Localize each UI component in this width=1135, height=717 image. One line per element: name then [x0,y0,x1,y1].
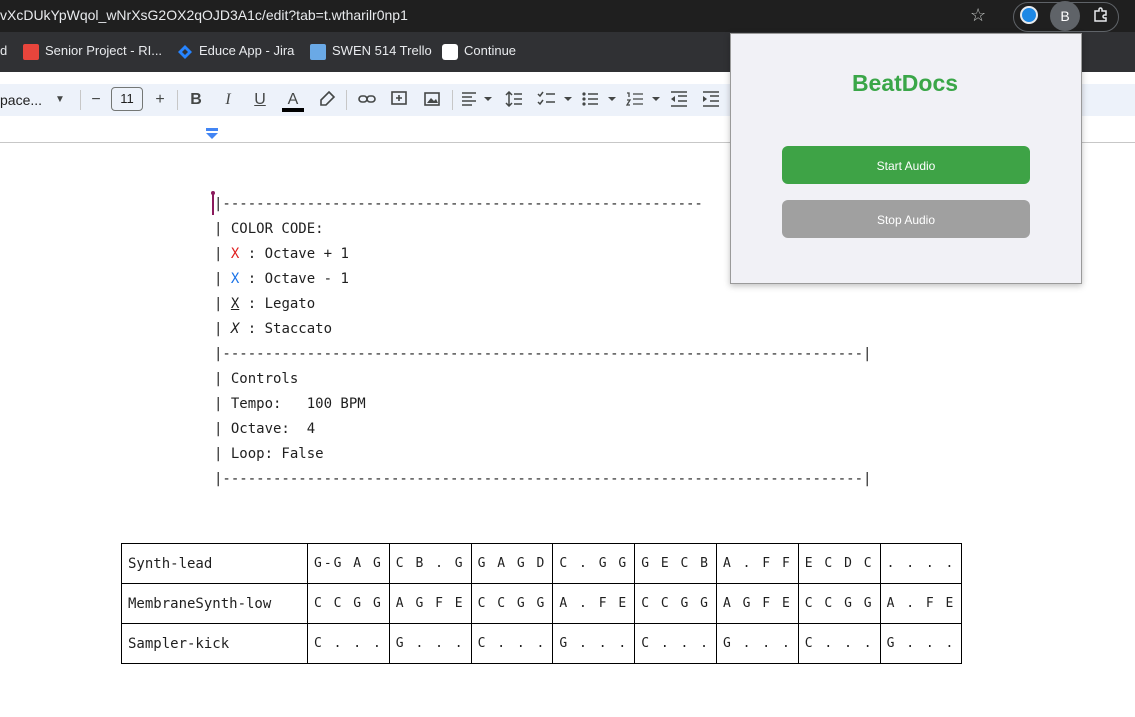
beat-cell[interactable]: A G F E [388,583,472,624]
toolbar-divider [80,90,81,110]
bookmark-continue[interactable]: Continue [464,43,516,58]
sequencer-table: Synth-lead G-G A GC B . GG A G DC . G GG … [121,543,963,664]
bookmark-swen-trello[interactable]: SWEN 514 Trello [332,43,432,58]
track-name-cell[interactable]: MembraneSynth-low [121,583,308,624]
beat-cell[interactable]: C C G G [307,583,390,624]
toolbar-divider [346,90,347,110]
beat-cell[interactable]: G A G D [470,543,554,584]
insert-link-icon[interactable] [358,91,376,107]
continue-icon [442,44,458,60]
legend-text: : Octave - 1 [239,271,349,287]
legend-prefix: | [214,271,231,287]
beat-cell[interactable]: C . . . [307,623,390,664]
legend-text: : Staccato [239,321,333,337]
start-audio-button[interactable]: Start Audio [782,146,1030,184]
add-comment-icon[interactable] [390,90,408,108]
border-line-middle: |---------------------------------------… [214,346,872,362]
beat-cell[interactable]: G E C B [634,543,717,584]
border-line-bottom: |---------------------------------------… [214,471,872,487]
beat-cell[interactable]: A G F E [715,583,799,624]
track-name-cell[interactable]: Synth-lead [121,543,308,584]
legend-octave-down: | X : Octave - 1 [214,271,349,287]
beat-cell[interactable]: E C D C [797,543,881,584]
beat-cell[interactable]: C . . . [634,623,717,664]
legend-prefix: | [214,296,231,312]
trello-icon [310,44,326,60]
table-row: MembraneSynth-low C C G GA G F EC C G GA … [121,583,963,624]
beat-cell[interactable]: C . . . [797,623,881,664]
toolbar-divider [452,90,453,110]
align-left-icon[interactable] [461,91,493,107]
font-family-dropdown[interactable]: pace... [0,84,42,116]
numbered-list-icon[interactable] [626,91,662,107]
bookmark-star-icon[interactable]: ☆ [970,5,986,26]
decrease-indent-icon[interactable] [670,91,688,107]
track-name-cell[interactable]: Sampler-kick [121,623,308,664]
bookmark-senior-project[interactable]: Senior Project - RI... [45,43,162,58]
toolbar-divider [177,90,178,110]
highlight-pen-icon[interactable] [318,90,336,108]
underline-button[interactable]: U [252,84,268,116]
beat-cell[interactable]: A . F E [552,583,636,624]
beat-cell[interactable]: . . . . [879,543,963,584]
text-color-button[interactable]: A [282,84,304,116]
bulleted-list-icon[interactable] [582,91,618,107]
checklist-icon[interactable] [537,91,573,107]
bold-button[interactable]: B [188,84,204,116]
chevron-down-icon[interactable]: ▼ [54,84,66,116]
controls-title: | Controls [214,371,299,387]
ruler-indent-marker[interactable] [206,128,218,139]
text-color-swatch [282,108,304,112]
table-row: Synth-lead G-G A GC B . GG A G DC . G GG … [121,543,963,584]
beat-cell[interactable]: C C G G [470,583,554,624]
text-color-label: A [287,91,299,108]
popup-title: BeatDocs [851,70,959,96]
beat-cell[interactable]: C B . G [388,543,472,584]
border-line-top: |---------------------------------------… [214,196,703,212]
collaborator-cursor-flag [211,191,215,195]
beat-cell[interactable]: G . . . [715,623,799,664]
legend-octave-up: | X : Octave + 1 [214,246,349,262]
loop-line: | Loop: False [214,446,324,462]
color-code-title: | COLOR CODE: [214,221,324,237]
bookmark-partial[interactable]: d [0,43,7,58]
rit-icon [23,44,39,60]
line-spacing-icon[interactable] [505,91,523,107]
beat-cell[interactable]: G . . . [879,623,963,664]
increase-font-size-button[interactable]: + [151,84,169,116]
extensions-puzzle-icon[interactable] [1092,6,1110,24]
url-text[interactable]: vXcDUkYpWqol_wNrXsG2OX2qOJD3A1c/edit?tab… [0,7,408,23]
beat-cell[interactable]: C C G G [797,583,881,624]
beat-cell[interactable]: G-G A G [307,543,390,584]
legend-prefix: | [214,321,231,337]
font-size-input[interactable]: 11 [111,87,143,111]
legend-text: : Legato [239,296,316,312]
beat-cell[interactable]: A . F E [879,583,963,624]
legend-staccato: | X : Staccato [214,321,332,337]
tempo-line: | Tempo: 100 BPM [214,396,366,412]
beatdocs-extension-avatar[interactable]: B [1050,1,1080,31]
octave-line: | Octave: 4 [214,421,316,437]
beat-cell[interactable]: C . . . [470,623,554,664]
beat-cell[interactable]: G . . . [552,623,636,664]
bookmark-educe-jira[interactable]: Educe App - Jira [199,43,294,58]
insert-image-icon[interactable] [423,90,441,108]
legend-legato: | X : Legato [214,296,315,312]
decrease-font-size-button[interactable]: − [88,84,104,116]
stop-audio-button[interactable]: Stop Audio [782,200,1030,238]
beat-cell[interactable]: C . G G [552,543,636,584]
legend-text: : Octave + 1 [239,246,349,262]
increase-indent-icon[interactable] [702,91,720,107]
password-manager-icon[interactable] [1020,6,1038,24]
beat-cell[interactable]: G . . . [388,623,472,664]
beat-cell[interactable]: C C G G [634,583,717,624]
jira-icon [178,45,192,59]
table-row: Sampler-kick C . . .G . . .C . . .G . . .… [121,623,963,664]
italic-button[interactable]: I [220,84,236,116]
beat-cell[interactable]: A . F F [715,543,799,584]
legend-prefix: | [214,246,231,262]
